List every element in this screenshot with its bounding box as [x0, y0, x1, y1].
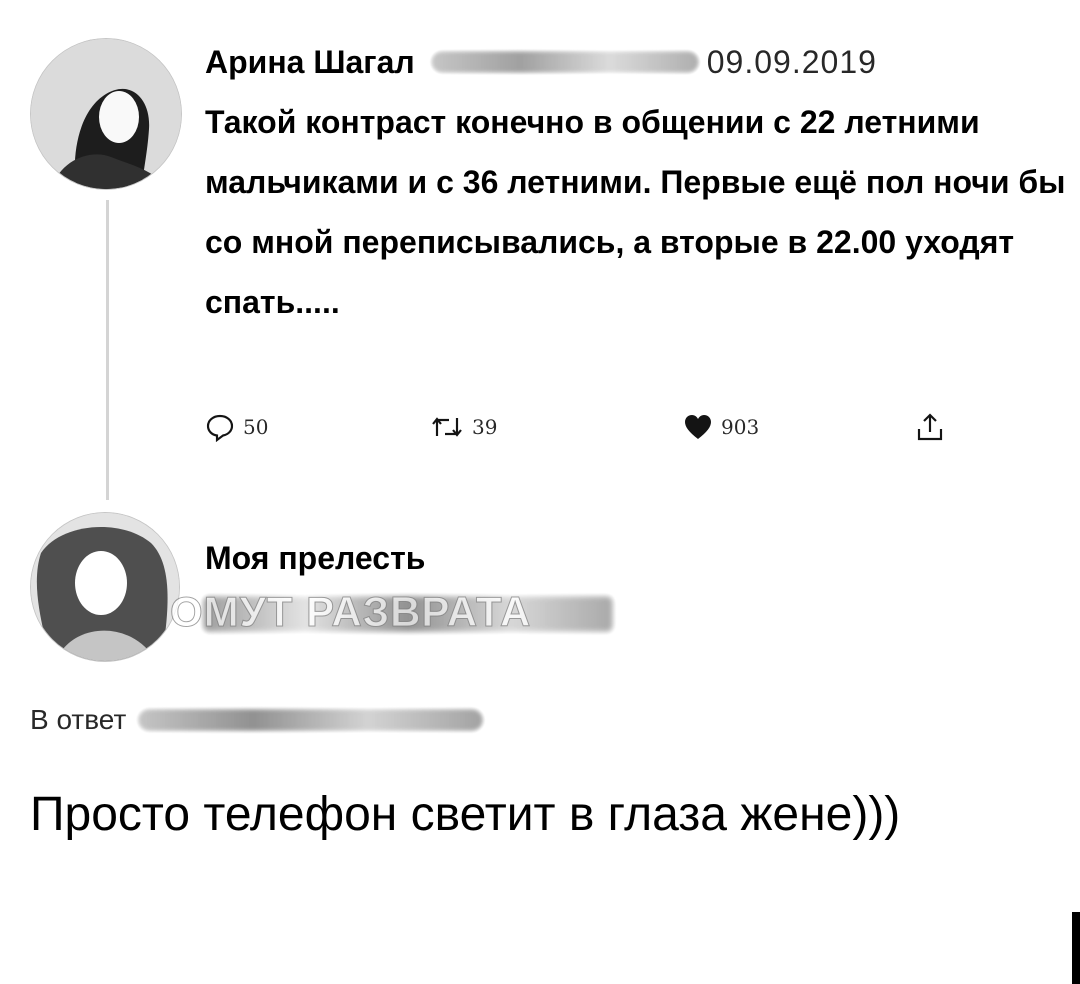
heart-icon [685, 415, 711, 439]
tweet-text: Такой контраст конечно в общении с 22 ле… [205, 104, 1066, 320]
avatar-photo-icon [31, 513, 179, 661]
thread-connector-line [106, 200, 109, 500]
like-count: 903 [721, 415, 760, 439]
reply-count: 50 [243, 415, 269, 439]
share-button[interactable] [915, 405, 945, 449]
retweet-button[interactable]: 39 [430, 405, 497, 449]
edge-mark [1072, 912, 1080, 984]
author-avatar[interactable] [30, 38, 182, 190]
author-row: Арина Шагал 09.09.2019 [205, 40, 877, 84]
reply-author-avatar[interactable] [30, 512, 180, 662]
blurred-handle[interactable] [138, 709, 484, 731]
post-date[interactable]: 09.09.2019 [707, 44, 877, 81]
avatar-photo-icon [31, 39, 181, 189]
watermark-text: ОМУТ РАЗВРАТА [169, 588, 532, 636]
retweet-icon [432, 417, 462, 437]
tweet-actions: 50 39 903 [205, 405, 965, 449]
reply-author-name[interactable]: Моя прелесть [205, 540, 425, 577]
retweet-count: 39 [472, 415, 498, 439]
reply-text: Просто телефон светит в глаза жене))) [30, 788, 901, 841]
like-button[interactable]: 903 [683, 405, 759, 449]
share-icon [917, 413, 943, 441]
replying-to-row: В ответ [30, 698, 484, 742]
author-name[interactable]: Арина Шагал [205, 44, 415, 81]
tweet-screenshot: Арина Шагал 09.09.2019 Такой контраст ко… [0, 0, 1080, 984]
blurred-handle [430, 51, 699, 73]
replying-to-label: В ответ [30, 704, 127, 735]
reply-button[interactable]: 50 [205, 405, 268, 449]
reply-icon [206, 414, 234, 442]
